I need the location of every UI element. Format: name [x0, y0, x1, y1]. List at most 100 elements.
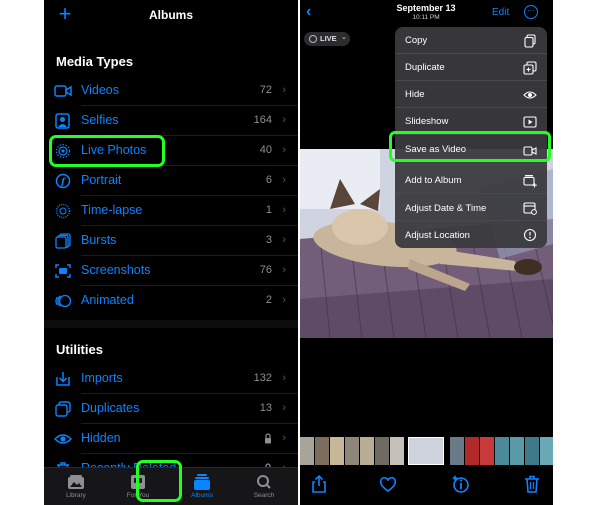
- copy-icon: [524, 34, 536, 48]
- chevron-right-icon: ›: [282, 264, 286, 276]
- thumbnail[interactable]: [345, 437, 359, 465]
- add-to-album-icon: [523, 175, 537, 188]
- chevron-right-icon: ›: [282, 234, 286, 246]
- location-icon: [523, 228, 537, 242]
- thumbnail[interactable]: [360, 437, 374, 465]
- album-label: Animated: [81, 293, 134, 307]
- album-count: 1: [265, 204, 272, 216]
- menu-item-adjust-date-time[interactable]: Adjust Date & Time: [395, 194, 547, 221]
- album-label: Bursts: [81, 233, 117, 247]
- thumbnail[interactable]: [315, 437, 329, 465]
- menu-item-hide[interactable]: Hide: [395, 81, 547, 108]
- tab-library[interactable]: Library: [46, 470, 106, 504]
- menu-item-label: Duplicate: [405, 62, 445, 73]
- album-row-animated[interactable]: Animated 2 ›: [44, 286, 298, 316]
- bursts-icon: [55, 233, 71, 249]
- album-count: 72: [259, 84, 272, 96]
- thumbnail[interactable]: [495, 437, 509, 465]
- timelapse-icon: [55, 203, 71, 219]
- duplicate-icon: [523, 61, 537, 75]
- menu-item-label: Adjust Date & Time: [405, 203, 487, 214]
- album-label: Duplicates: [81, 401, 140, 415]
- album-row-screenshots[interactable]: Screenshots 76 ›: [44, 256, 298, 286]
- thumbnail[interactable]: [450, 437, 464, 465]
- chevron-right-icon: ›: [282, 372, 286, 384]
- photo-time: 10:11 PM: [412, 14, 440, 21]
- thumbnail[interactable]: [540, 437, 553, 465]
- chevron-right-icon: ›: [282, 84, 286, 96]
- live-badge[interactable]: LIVE ⌄: [304, 32, 350, 46]
- share-icon[interactable]: [309, 474, 329, 494]
- album-row-hidden[interactable]: Hidden ›: [44, 424, 298, 454]
- menu-item-duplicate[interactable]: Duplicate: [395, 54, 547, 81]
- thumbnail-current[interactable]: [408, 437, 444, 465]
- menu-item-label: Hide: [405, 89, 425, 100]
- thumbnail[interactable]: [330, 437, 344, 465]
- menu-item-label: Slideshow: [405, 116, 449, 127]
- tab-label: Library: [66, 492, 86, 499]
- chevron-right-icon: ›: [282, 204, 286, 216]
- chevron-right-icon: ›: [282, 294, 286, 306]
- album-label: Time-lapse: [81, 203, 143, 217]
- page-title: Albums: [148, 8, 193, 22]
- album-count: 2: [265, 294, 272, 306]
- back-button[interactable]: ‹: [306, 3, 311, 21]
- live-photos-highlight: [49, 135, 165, 167]
- search-icon: [257, 475, 271, 489]
- more-button[interactable]: ···: [524, 5, 538, 19]
- thumbnail[interactable]: [525, 437, 539, 465]
- lock-icon: [265, 433, 271, 444]
- album-label: Imports: [81, 371, 123, 385]
- album-count: 164: [253, 114, 272, 126]
- albums-screen: + Albums Media Types Videos 72 › Selfies…: [44, 0, 298, 505]
- chevron-right-icon: ›: [282, 114, 286, 126]
- menu-item-label: Add to Album: [405, 175, 462, 186]
- thumbnail[interactable]: [480, 437, 494, 465]
- play-icon: [523, 116, 537, 128]
- hidden-icon: [54, 434, 72, 444]
- album-label: Selfies: [81, 113, 119, 127]
- album-label: Videos: [81, 83, 119, 97]
- menu-item-adjust-location[interactable]: Adjust Location: [395, 221, 547, 248]
- album-label: Screenshots: [81, 263, 151, 277]
- thumbnail[interactable]: [465, 437, 479, 465]
- section-gap: [44, 320, 298, 328]
- photo-viewer: ‹ September 13 10:11 PM Edit ··· LIVE ⌄ …: [300, 0, 553, 505]
- trash-icon[interactable]: [522, 474, 542, 494]
- album-row-portrait[interactable]: f Portrait 6 ›: [44, 166, 298, 196]
- info-icon[interactable]: [451, 474, 471, 494]
- album-count: 132: [253, 372, 272, 384]
- album-row-bursts[interactable]: Bursts 3 ›: [44, 226, 298, 256]
- selfie-icon: [55, 113, 70, 129]
- albums-header: + Albums: [44, 0, 298, 30]
- thumbnail[interactable]: [375, 437, 389, 465]
- photo-date: September 13: [396, 3, 456, 13]
- album-row-selfies[interactable]: Selfies 164 ›: [44, 106, 298, 136]
- tab-search[interactable]: Search: [234, 470, 294, 504]
- animated-icon: [55, 294, 72, 308]
- menu-item-label: Adjust Location: [405, 230, 470, 241]
- album-label: Portrait: [81, 173, 122, 187]
- albums-tab-highlight: [136, 460, 182, 502]
- album-count: 3: [265, 234, 272, 246]
- menu-item-copy[interactable]: Copy: [395, 27, 547, 54]
- viewer-toolbar: [300, 468, 553, 505]
- album-row-imports[interactable]: Imports 132 ›: [44, 364, 298, 394]
- albums-icon: [194, 474, 210, 490]
- album-row-videos[interactable]: Videos 72 ›: [44, 76, 298, 106]
- chevron-right-icon: ›: [282, 144, 286, 156]
- thumbnail[interactable]: [300, 437, 314, 465]
- thumbnail[interactable]: [390, 437, 404, 465]
- thumbnail[interactable]: [510, 437, 524, 465]
- edit-button[interactable]: Edit: [492, 7, 509, 18]
- menu-item-add-to-album[interactable]: Add to Album: [395, 165, 547, 194]
- import-icon: [56, 372, 70, 386]
- chevron-down-icon: ⌄: [341, 34, 347, 41]
- heart-icon[interactable]: [378, 474, 398, 494]
- album-row-duplicates[interactable]: Duplicates 13 ›: [44, 394, 298, 424]
- album-row-time-lapse[interactable]: Time-lapse 1 ›: [44, 196, 298, 226]
- album-label: Hidden: [81, 431, 121, 445]
- thumbnail-strip[interactable]: [300, 437, 553, 465]
- menu-item-label: Copy: [405, 35, 428, 46]
- album-count: 40: [259, 144, 272, 156]
